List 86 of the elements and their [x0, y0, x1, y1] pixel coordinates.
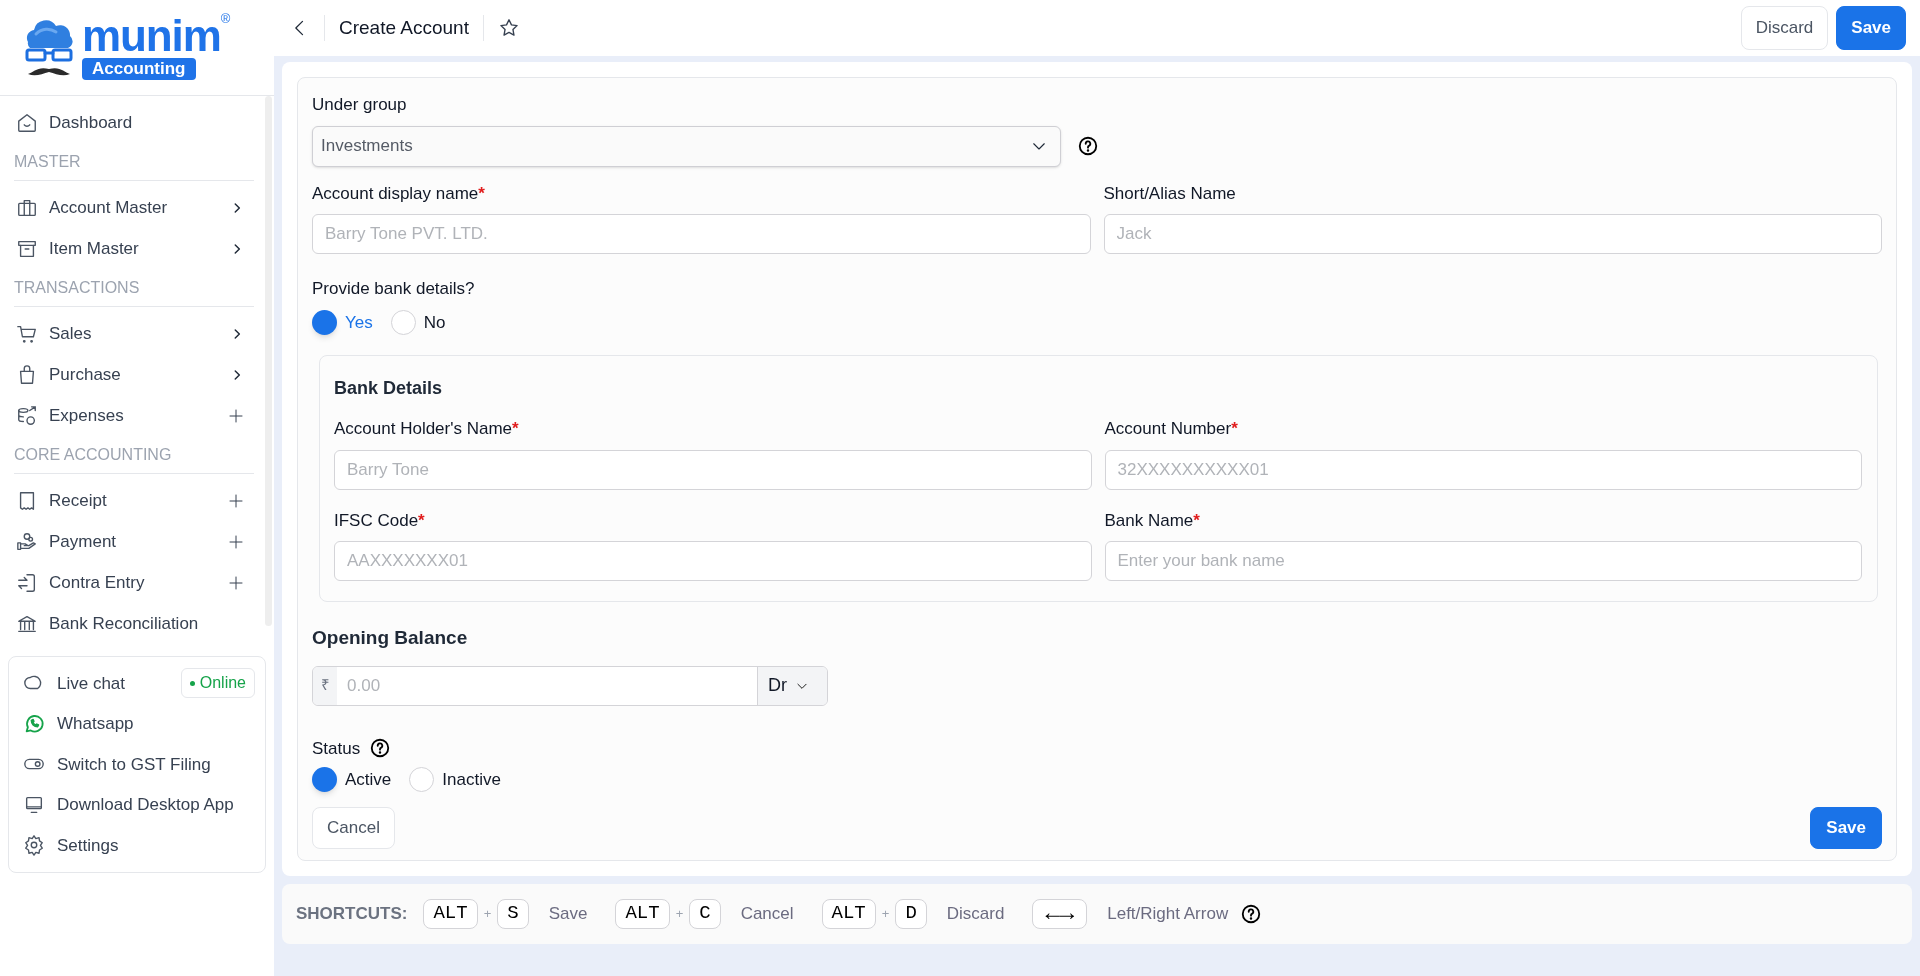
shortcut-label: Discard [946, 902, 1005, 925]
help-icon [1077, 135, 1099, 157]
input-field[interactable]: 32XXXXXXXXXX01 [1104, 449, 1862, 490]
shortcut-label: Cancel [740, 902, 794, 925]
help-item[interactable]: Download Desktop App [9, 784, 265, 825]
nav-item[interactable]: Account Master [14, 187, 254, 228]
input-field[interactable]: Enter your bank name [1104, 541, 1862, 581]
help-item[interactable]: Settings [9, 825, 265, 866]
field-label: Account display name* [312, 182, 486, 205]
key-joiner: + [675, 904, 684, 923]
save-button[interactable]: Save [1810, 806, 1882, 849]
input-field[interactable]: Jack [1103, 214, 1882, 254]
radio-option[interactable]: Yes [312, 309, 373, 335]
help-item[interactable]: Live chat Online [9, 663, 265, 704]
shortcut-label: Left/Right Arrow [1107, 902, 1229, 925]
field-label: Bank Name* [1104, 509, 1201, 532]
keyboard-key: ALT [423, 898, 478, 929]
section-title: Bank Details [334, 377, 444, 400]
shortcut-label: Save [548, 902, 588, 925]
radio-option[interactable]: Active [312, 767, 392, 793]
whatsapp-icon [23, 712, 45, 735]
field-label: IFSC Code* [334, 509, 426, 532]
field-label: Status [312, 737, 361, 760]
registered-mark: ® [220, 11, 231, 25]
keyboard-key: ALT [615, 898, 670, 929]
nav-item[interactable]: Sales [14, 313, 254, 354]
dot-icon [189, 680, 195, 686]
nav-item[interactable]: Item Master [14, 228, 254, 269]
plus-icon [228, 492, 244, 509]
section-title: Opening Balance [312, 626, 469, 650]
transfer-icon [16, 571, 38, 594]
keyboard-key: S [497, 898, 529, 929]
home-icon [16, 111, 38, 134]
nav-item[interactable]: Receipt [14, 480, 254, 521]
field-label: Provide bank details? [312, 278, 476, 300]
settings-icon [23, 834, 45, 857]
key-joiner: + [483, 904, 492, 923]
nav-item[interactable]: Purchase [14, 354, 254, 395]
currency-label: ₹ [313, 666, 337, 705]
help-item[interactable]: Switch to GST Filing [9, 744, 265, 785]
shortcuts-title: SHORTCUTS: [296, 902, 408, 925]
keyboard-key: ALT [821, 898, 876, 929]
plus-icon [228, 407, 244, 424]
select-field[interactable]: Investments [312, 125, 1061, 167]
star-icon [497, 17, 520, 39]
input-field[interactable]: AAXXXXXXX01 [334, 541, 1092, 581]
logo-tagline: Accounting [82, 57, 196, 80]
section-heading: MASTER [14, 143, 254, 181]
field-label: Short/Alias Name [1103, 182, 1237, 205]
section-heading: TRANSACTIONS [14, 269, 254, 307]
plus-icon [228, 574, 244, 591]
radio-button[interactable] [312, 767, 337, 793]
logo-wordmark: munim [82, 15, 221, 56]
field-label: Account Number* [1104, 418, 1239, 440]
section-heading: CORE ACCOUNTING [14, 436, 254, 474]
discard-button[interactable]: Discard [1740, 6, 1829, 50]
input-field[interactable]: Barry Tone [334, 449, 1092, 490]
balance-type-select[interactable]: Dr [757, 666, 827, 705]
keyboard-key: D [895, 898, 927, 929]
radio-option[interactable]: No [390, 309, 446, 335]
save-button[interactable]: Save [1836, 6, 1906, 50]
page-title: Create Account [339, 15, 469, 40]
radio-button[interactable] [390, 309, 416, 335]
input-field[interactable]: Barry Tone PVT. LTD. [312, 214, 1091, 254]
radio-button[interactable] [409, 767, 435, 793]
status-badge: Online [180, 668, 255, 699]
nav-item[interactable]: Payment [14, 521, 254, 562]
field-label: Under group [312, 94, 408, 116]
coins-icon [16, 404, 38, 427]
help-item[interactable]: Whatsapp [9, 703, 265, 744]
hand-coins-icon [16, 530, 38, 553]
nav-item[interactable]: Contra Entry [14, 562, 254, 603]
radio-option[interactable]: Inactive [409, 767, 501, 793]
help-icon [369, 737, 392, 760]
cancel-button[interactable]: Cancel [312, 806, 395, 849]
key-joiner: + [881, 904, 890, 923]
field-label: Account Holder's Name* [334, 418, 520, 440]
nav-item[interactable]: Dashboard [14, 102, 254, 143]
help-icon [1240, 902, 1263, 925]
plus-icon [228, 533, 244, 550]
amount-field[interactable]: ₹ 0.00 Dr [312, 665, 828, 706]
keyboard-key: C [689, 898, 721, 929]
radio-button[interactable] [312, 309, 337, 335]
nav-item[interactable]: Expenses [14, 395, 254, 436]
nav-item[interactable]: Bank Reconciliation [14, 603, 254, 644]
keyboard-key: ←→ [1032, 898, 1088, 929]
